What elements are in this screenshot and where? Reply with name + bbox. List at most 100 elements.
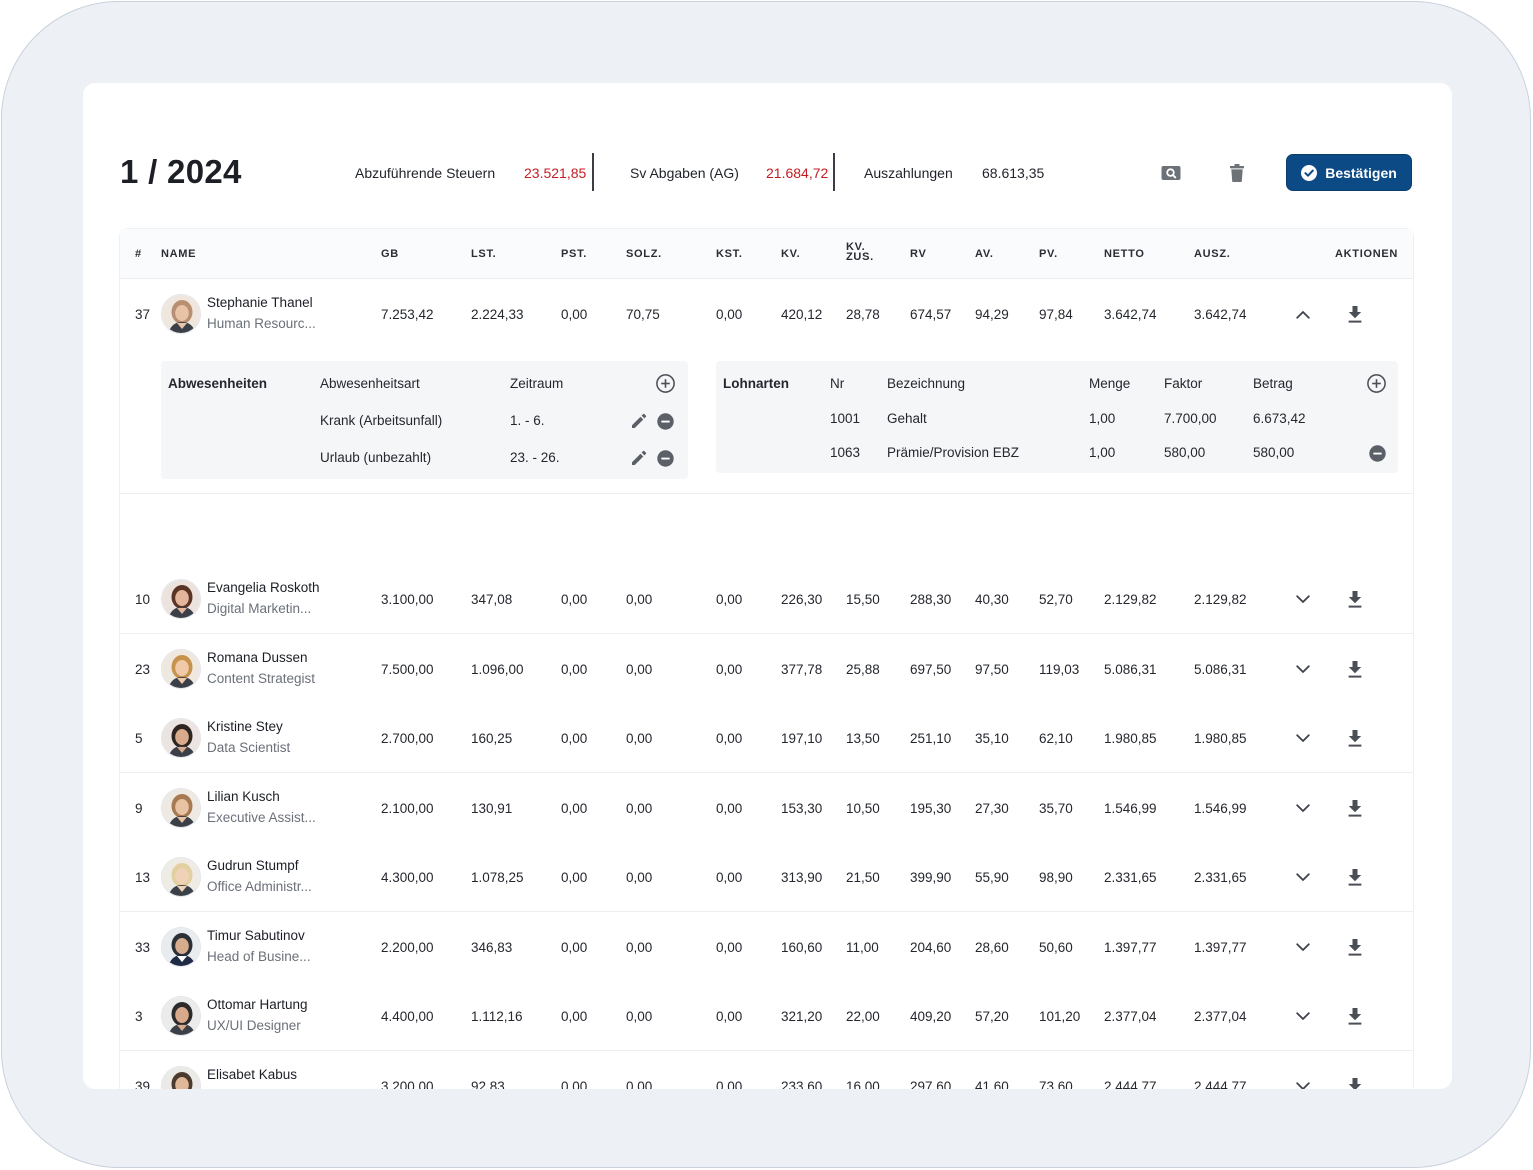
table-row[interactable]: 10 Evangelia Roskoth Digital Marketin... 3.… [120, 564, 1413, 634]
cell-av: 40,30 [975, 591, 1009, 607]
cell-lst: 1.112,16 [471, 1008, 523, 1024]
column-header-solz[interactable]: SolZ. [626, 248, 662, 260]
column-header-ausz[interactable]: Ausz. [1194, 248, 1231, 260]
download-icon[interactable] [1343, 935, 1367, 959]
chevron-down-icon[interactable] [1291, 935, 1315, 959]
employee-role: UX/UI Designer [207, 1018, 301, 1033]
column-header-kv-zus[interactable]: KV. Zus. [846, 242, 886, 263]
add-circle-icon[interactable] [1366, 373, 1386, 393]
employee-name[interactable]: Ottomar Hartung [207, 997, 308, 1012]
table-row[interactable]: 33 Timur Sabutinov Head of Busine... 2.200,… [120, 912, 1413, 982]
employee-name[interactable]: Gudrun Stumpf [207, 858, 299, 873]
column-header-kv[interactable]: KV. [781, 248, 800, 260]
avatar [161, 788, 201, 828]
table-row[interactable]: 9 Lilian Kusch Executive Assist... 2.100,00… [120, 773, 1413, 843]
confirm-button-label: Bestätigen [1325, 164, 1397, 181]
absence-period: 1. - 6. [510, 413, 545, 428]
download-icon[interactable] [1343, 726, 1367, 750]
employee-name[interactable]: Timur Sabutinov [207, 928, 305, 943]
download-icon[interactable] [1343, 1004, 1367, 1028]
cell-lst: 1.096,00 [471, 661, 524, 677]
cell-solz: 70,75 [626, 306, 660, 322]
cell-ausz: 1.397,77 [1194, 939, 1247, 955]
table-row[interactable]: 39 Elisabet Kabus Technical Writer 3.200,00… [120, 1051, 1413, 1089]
cell-lst: 1.078,25 [471, 869, 524, 885]
cell-lst: 347,08 [471, 591, 513, 607]
row-index: 33 [135, 939, 151, 955]
chevron-down-icon[interactable] [1291, 587, 1315, 611]
cell-gb: 4.300,00 [381, 869, 434, 885]
cell-av: 27,30 [975, 800, 1009, 816]
download-icon[interactable] [1343, 796, 1367, 820]
employee-name[interactable]: Stephanie Thanel [207, 295, 313, 310]
remove-circle-icon[interactable] [655, 411, 675, 431]
cell-gb: 7.500,00 [381, 661, 434, 677]
cell-kv: 233,60 [781, 1078, 823, 1090]
absence-type: Krank (Arbeitsunfall) [320, 413, 443, 428]
avatar [161, 294, 201, 334]
employee-name[interactable]: Lilian Kusch [207, 789, 280, 804]
employee-name[interactable]: Kristine Stey [207, 719, 283, 734]
employee-name[interactable]: Romana Dussen [207, 650, 308, 665]
remove-circle-icon[interactable] [1367, 443, 1387, 463]
download-icon[interactable] [1343, 587, 1367, 611]
avatar [161, 579, 201, 619]
absences-panel: Abwesenheiten Abwesenheitsart Zeitraum K… [161, 361, 688, 479]
download-icon[interactable] [1343, 302, 1367, 326]
column-header-gb[interactable]: GB [381, 248, 399, 260]
cell-lst: 160,25 [471, 730, 513, 746]
absences-title: Abwesenheiten [168, 376, 268, 391]
cell-av: 41,60 [975, 1078, 1009, 1090]
cell-ausz: 2.444,77 [1194, 1078, 1247, 1090]
column-header-name[interactable]: Name [161, 248, 196, 260]
cell-kvzus: 16,00 [846, 1078, 880, 1090]
trash-icon[interactable] [1225, 161, 1249, 185]
chevron-down-icon[interactable] [1291, 657, 1315, 681]
employee-name[interactable]: Elisabet Kabus [207, 1067, 297, 1082]
download-icon[interactable] [1343, 657, 1367, 681]
edit-icon[interactable] [629, 411, 649, 431]
cell-ausz: 2.331,65 [1194, 869, 1247, 885]
chevron-up-icon[interactable] [1291, 302, 1315, 326]
column-header-kst[interactable]: KSt. [716, 248, 743, 260]
download-icon[interactable] [1343, 1074, 1367, 1089]
column-header-netto[interactable]: Netto [1104, 248, 1145, 260]
table-row[interactable]: 37 Stephanie Thanel Human Resourc... 7.253,… [120, 279, 1413, 349]
chevron-down-icon[interactable] [1291, 1074, 1315, 1089]
cell-pst: 0,00 [561, 800, 588, 816]
column-header-lst[interactable]: LSt. [471, 248, 496, 260]
add-circle-icon[interactable] [655, 373, 675, 393]
chevron-down-icon[interactable] [1291, 865, 1315, 889]
table-row[interactable]: 3 Ottomar Hartung UX/UI Designer 4.400,00 1.… [120, 981, 1413, 1051]
download-icon[interactable] [1343, 865, 1367, 889]
edit-icon[interactable] [629, 448, 649, 468]
column-header-rv[interactable]: RV [910, 248, 926, 260]
table-row[interactable]: 23 Romana Dussen Content Strategist 7.500,0… [120, 634, 1413, 704]
cell-rv: 204,60 [910, 939, 952, 955]
employee-name[interactable]: Evangelia Roskoth [207, 580, 320, 595]
table-row[interactable]: 5 Kristine Stey Data Scientist 2.700,00 160,… [120, 703, 1413, 773]
cell-lst: 130,91 [471, 800, 513, 816]
cell-gb: 2.200,00 [381, 939, 434, 955]
column-header-av[interactable]: AV. [975, 248, 994, 260]
remove-circle-icon[interactable] [655, 448, 675, 468]
chevron-down-icon[interactable] [1291, 796, 1315, 820]
wage-col-desc: Bezeichnung [887, 376, 966, 391]
wage-nr: 1063 [830, 445, 861, 460]
cell-rv: 399,90 [910, 869, 952, 885]
row-index: 9 [135, 800, 143, 816]
search-document-icon[interactable] [1159, 161, 1183, 185]
absences-col-type: Abwesenheitsart [320, 376, 420, 391]
chevron-down-icon[interactable] [1291, 726, 1315, 750]
row-index: 23 [135, 661, 151, 677]
table-row[interactable]: 13 Gudrun Stumpf Office Administr... 4.300,… [120, 842, 1413, 912]
cell-kst: 0,00 [716, 869, 743, 885]
summary-label-taxes: Abzuführende Steuern [355, 165, 496, 181]
column-header-pst[interactable]: PSt. [561, 248, 587, 260]
confirm-button[interactable]: Bestätigen [1286, 154, 1412, 191]
cell-pv: 50,60 [1039, 939, 1073, 955]
column-header-pv[interactable]: PV. [1039, 248, 1058, 260]
cell-gb: 4.400,00 [381, 1008, 434, 1024]
cell-solz: 0,00 [626, 591, 653, 607]
chevron-down-icon[interactable] [1291, 1004, 1315, 1028]
